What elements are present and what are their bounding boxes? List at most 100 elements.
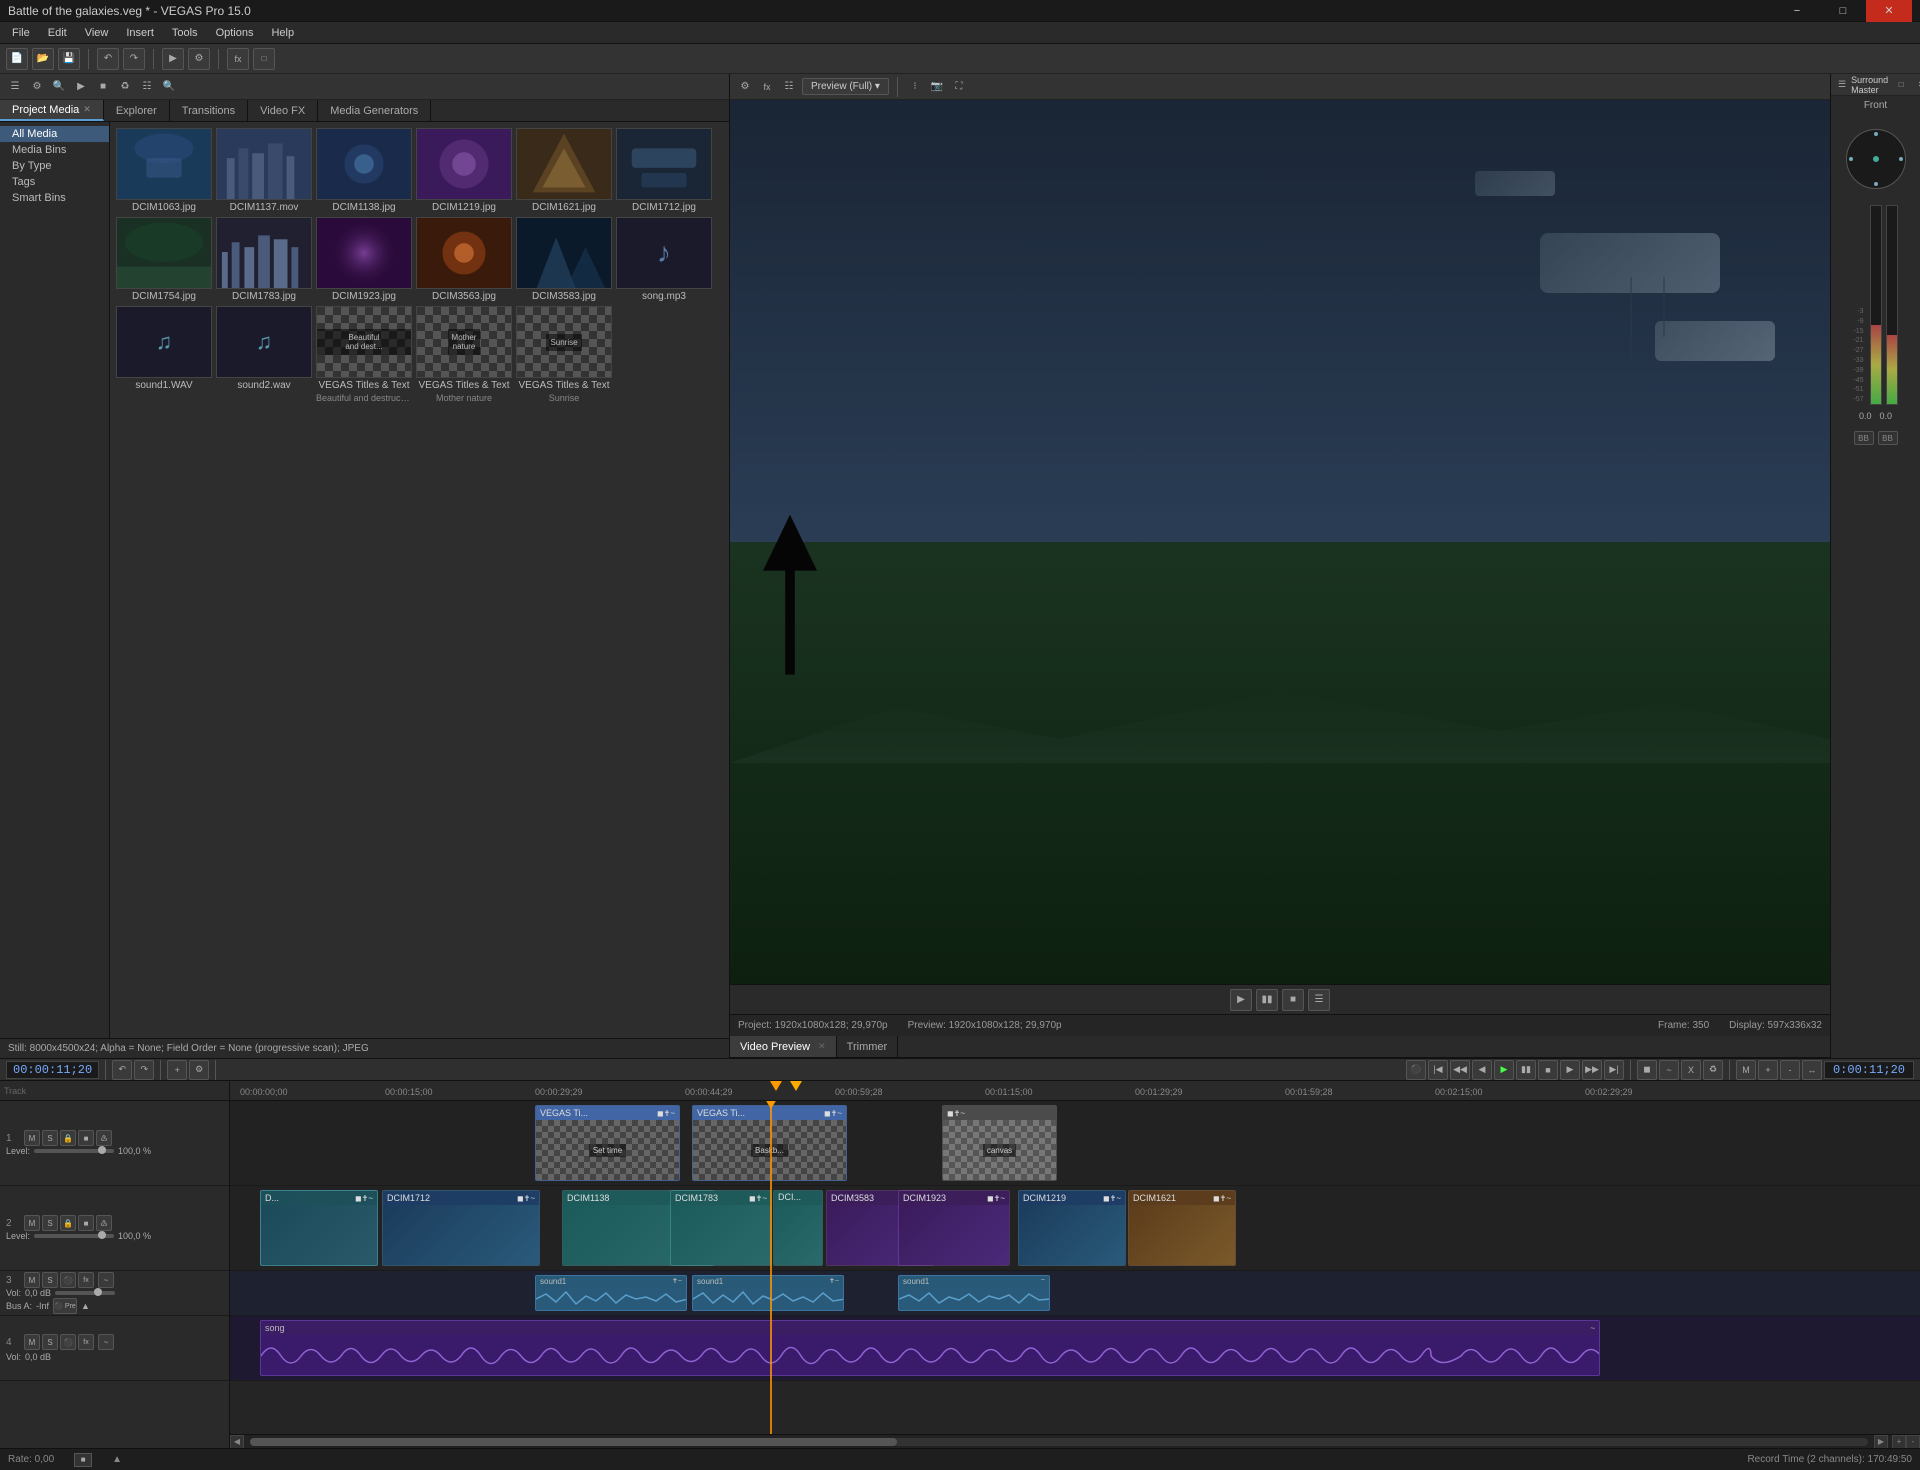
panel-loop-button[interactable]: ♻: [116, 78, 134, 96]
clip-title-2[interactable]: VEGAS Ti... ◼✝~ Baskb...: [692, 1105, 847, 1181]
track-3-envelope[interactable]: ~: [98, 1272, 114, 1288]
audio-clip-sound1-1[interactable]: sound1 ✝~: [535, 1275, 687, 1311]
menu-file[interactable]: File: [4, 25, 38, 41]
media-item-dcim3583[interactable]: DCIM3583.jpg: [516, 217, 612, 302]
bb-indicator-right[interactable]: BB: [1878, 431, 1898, 445]
media-item-dcim1063[interactable]: DCIM1063.jpg: [116, 128, 212, 213]
record-button[interactable]: ⚫: [1406, 1060, 1426, 1080]
track-4-fx[interactable]: fx: [78, 1334, 94, 1350]
zoom-out-btn[interactable]: -: [1906, 1435, 1920, 1449]
tab-explorer[interactable]: Explorer: [104, 100, 170, 121]
track-4-mute[interactable]: M: [24, 1334, 40, 1350]
media-item-title-3[interactable]: Sunrise VEGAS Titles & Text Sunrise: [516, 306, 612, 403]
clip-video-d[interactable]: D... ◼✝~: [260, 1190, 378, 1266]
track-2-composite[interactable]: ■: [78, 1215, 94, 1231]
media-item-dcim1621[interactable]: DCIM1621.jpg: [516, 128, 612, 213]
surround-menu-icon[interactable]: ☰: [1837, 76, 1847, 94]
media-item-sound2[interactable]: ♫ sound2.wav: [216, 306, 312, 403]
panel-play-button[interactable]: ▶: [72, 78, 90, 96]
panel-view-button[interactable]: ☷: [138, 78, 156, 96]
media-item-dcim1754[interactable]: DCIM1754.jpg: [116, 217, 212, 302]
panel-settings-button[interactable]: ⚙: [28, 78, 46, 96]
go-end-button[interactable]: ▶|: [1604, 1060, 1624, 1080]
menu-view[interactable]: View: [77, 25, 117, 41]
track-2-level-slider[interactable]: [34, 1234, 114, 1238]
prev-frame-button[interactable]: ◀: [1472, 1060, 1492, 1080]
tl-ripple-button[interactable]: ~: [1659, 1060, 1679, 1080]
preview-stop-button[interactable]: ■: [1282, 989, 1304, 1011]
tree-item-all-media[interactable]: All Media: [0, 126, 109, 142]
tree-item-media-bins[interactable]: Media Bins: [0, 142, 109, 158]
media-generator-button[interactable]: □: [253, 48, 275, 70]
tl-zoom-out[interactable]: -: [1780, 1060, 1800, 1080]
next-button[interactable]: ▶▶: [1582, 1060, 1602, 1080]
surround-circle[interactable]: [1846, 129, 1906, 189]
track-1-mute[interactable]: M: [24, 1130, 40, 1146]
menu-options[interactable]: Options: [208, 25, 262, 41]
undo-button[interactable]: ↶: [97, 48, 119, 70]
menu-insert[interactable]: Insert: [118, 25, 162, 41]
track-1-pan[interactable]: ♹: [96, 1130, 112, 1146]
track-2-pan[interactable]: ♹: [96, 1215, 112, 1231]
media-item-dcim1783[interactable]: DCIM1783.jpg: [216, 217, 312, 302]
track-1-solo[interactable]: S: [42, 1130, 58, 1146]
track-4-solo[interactable]: S: [42, 1334, 58, 1350]
tab-project-media[interactable]: Project Media ✕: [0, 100, 104, 121]
tree-item-smart-bins[interactable]: Smart Bins: [0, 190, 109, 206]
tl-auto-crossfade[interactable]: X: [1681, 1060, 1701, 1080]
tl-redo[interactable]: ↷: [134, 1060, 154, 1080]
media-item-title-2[interactable]: Mothernature VEGAS Titles & Text Mother …: [416, 306, 512, 403]
tl-marker-button[interactable]: M: [1736, 1060, 1756, 1080]
tl-loop-button[interactable]: ♻: [1703, 1060, 1723, 1080]
track-1-composite[interactable]: ■: [78, 1130, 94, 1146]
tree-item-by-type[interactable]: By Type: [0, 158, 109, 174]
media-item-sound1[interactable]: ♫ sound1.WAV: [116, 306, 212, 403]
settings-button[interactable]: ⚙: [188, 48, 210, 70]
preview-play-button[interactable]: ▶: [1230, 989, 1252, 1011]
track-3-pre-button[interactable]: ⚫ Pre: [53, 1298, 77, 1314]
track-2-solo[interactable]: S: [42, 1215, 58, 1231]
track-3-vol-slider[interactable]: [55, 1291, 115, 1295]
close-button[interactable]: ✕: [1866, 0, 1912, 22]
track-3-fx[interactable]: fx: [78, 1272, 94, 1288]
tab-video-fx[interactable]: Video FX: [248, 100, 318, 121]
panel-menu-button[interactable]: ☰: [6, 78, 24, 96]
preview-mode-label[interactable]: Preview (Full) ▾: [802, 78, 889, 95]
play-button[interactable]: ▶: [1494, 1060, 1514, 1080]
track-2-lock[interactable]: 🔒: [60, 1215, 76, 1231]
tl-settings[interactable]: ⚙: [189, 1060, 209, 1080]
audio-clip-sound1-2[interactable]: sound1 ✝~: [692, 1275, 844, 1311]
preview-mode-button[interactable]: ☷: [780, 78, 798, 96]
clip-dci-short[interactable]: DCI...: [773, 1190, 823, 1266]
track-3-mute[interactable]: M: [24, 1272, 40, 1288]
media-item-dcim1923[interactable]: DCIM1923.jpg: [316, 217, 412, 302]
track-3-arm[interactable]: ⚫: [60, 1272, 76, 1288]
media-item-song-mp3[interactable]: ♪ song.mp3: [616, 217, 712, 302]
menu-edit[interactable]: Edit: [40, 25, 75, 41]
panel-zoom-button[interactable]: 🔍: [160, 78, 178, 96]
tree-item-tags[interactable]: Tags: [0, 174, 109, 190]
go-start-button[interactable]: |◀: [1428, 1060, 1448, 1080]
panel-search-button[interactable]: 🔍: [50, 78, 68, 96]
tl-zoom-in[interactable]: +: [1758, 1060, 1778, 1080]
preview-grid-button[interactable]: ⁝: [906, 78, 924, 96]
track-1-lock[interactable]: 🔒: [60, 1130, 76, 1146]
tab-trimmer[interactable]: Trimmer: [837, 1036, 899, 1057]
preview-snapshot-button[interactable]: 📷: [928, 78, 946, 96]
preview-pause-button[interactable]: ▮▮: [1256, 989, 1278, 1011]
timeline-scrollbar-thumb[interactable]: [250, 1438, 897, 1446]
tab-media-generators[interactable]: Media Generators: [318, 100, 431, 121]
clip-dcim1712[interactable]: DCIM1712 ◼✝~: [382, 1190, 540, 1266]
status-mode-button[interactable]: ■: [74, 1453, 92, 1467]
preview-loop-button[interactable]: ☰: [1308, 989, 1330, 1011]
clip-dcim1219[interactable]: DCIM1219 ◼✝~: [1018, 1190, 1126, 1266]
tl-add-track[interactable]: +: [167, 1060, 187, 1080]
pause-button[interactable]: ▮▮: [1516, 1060, 1536, 1080]
media-item-dcim1219[interactable]: DCIM1219.jpg: [416, 128, 512, 213]
scroll-left-btn[interactable]: ◀: [230, 1435, 244, 1449]
media-item-dcim3563[interactable]: DCIM3563.jpg: [416, 217, 512, 302]
prev-button[interactable]: ◀◀: [1450, 1060, 1470, 1080]
preview-settings-button[interactable]: ⚙: [736, 78, 754, 96]
next-frame-button[interactable]: ▶: [1560, 1060, 1580, 1080]
save-button[interactable]: 💾: [58, 48, 80, 70]
